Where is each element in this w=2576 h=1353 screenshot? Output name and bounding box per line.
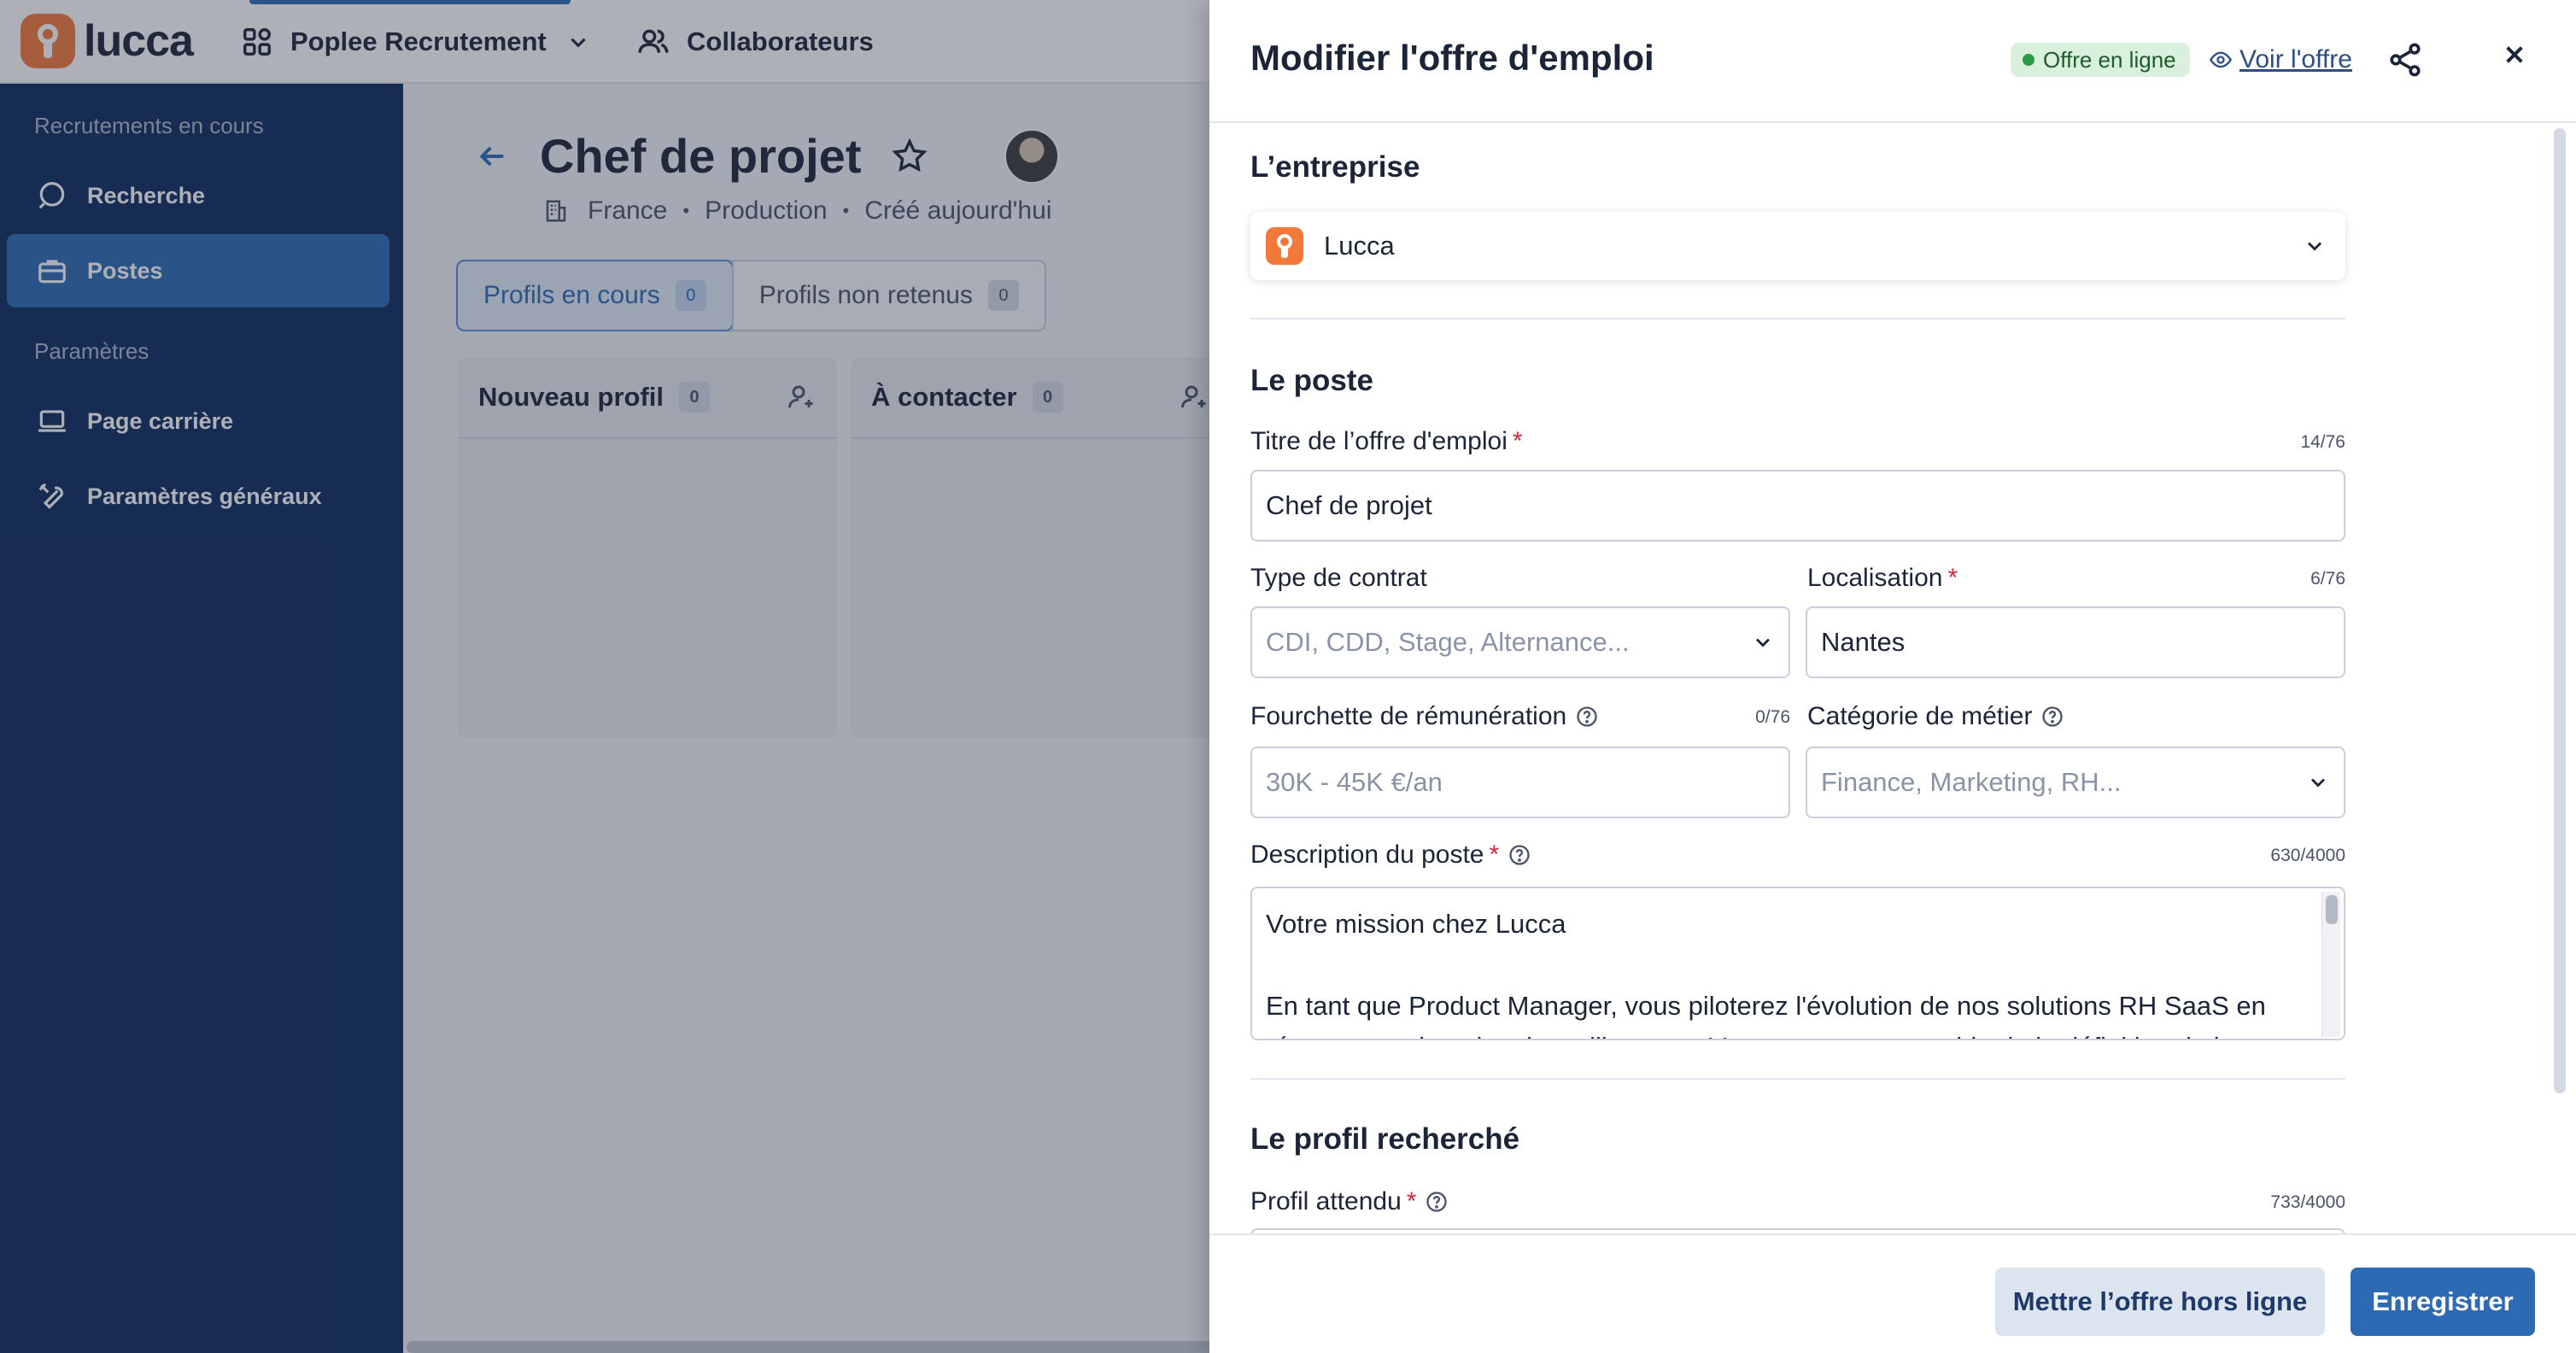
title-field-label: Titre de l’offre d'emploi *: [1250, 427, 1523, 455]
salary-field-label: Fourchette de rémunération: [1250, 702, 1599, 731]
chevron-down-icon: [2311, 778, 2325, 788]
job-category-select[interactable]: Finance, Marketing, RH...: [1806, 747, 2345, 818]
divider: [1250, 1078, 2345, 1080]
title-char-counter: 14/76: [2300, 432, 2345, 452]
chevron-down-icon: [2308, 242, 2321, 251]
contract-field-label: Type de contrat: [1250, 564, 1427, 592]
description-line: réponse aux besoins des utilisateurs. Vo…: [1266, 1027, 2330, 1039]
panel-footer: Mettre l’offre hors ligne Enregistrer: [1209, 1233, 2576, 1353]
description-line: En tant que Product Manager, vous pilote…: [1266, 991, 2266, 1021]
status-badge: Offre en ligne: [2011, 43, 2190, 77]
status-dot-icon: [2023, 54, 2034, 66]
company-select-value: Lucca: [1324, 231, 1395, 261]
divider: [1250, 318, 2345, 319]
location-char-counter: 6/76: [2310, 569, 2345, 589]
panel-header: Modifier l'offre d'emploi Offre en ligne…: [1209, 0, 2576, 123]
title-input[interactable]: Chef de projet: [1250, 470, 2345, 542]
close-icon[interactable]: [2497, 38, 2532, 72]
view-offer-link[interactable]: Voir l'offre: [2209, 43, 2352, 77]
description-textarea[interactable]: Votre mission chez Lucca En tant que Pro…: [1250, 887, 2345, 1040]
vertical-scrollbar[interactable]: [2554, 128, 2566, 1093]
panel-form: L’entreprise Lucca Le poste Titre de l’o…: [1209, 125, 2576, 1233]
chevron-down-icon: [1756, 638, 1770, 647]
description-field-label: Description du poste *: [1250, 840, 1531, 870]
section-title-position: Le poste: [1250, 364, 1373, 397]
salary-char-counter: 0/76: [1755, 707, 1790, 727]
company-logo-icon: [1266, 227, 1303, 265]
take-offline-button[interactable]: Mettre l’offre hors ligne: [1995, 1268, 2325, 1336]
description-line: Votre mission chez Lucca: [1266, 909, 1566, 939]
expected-profile-field-label: Profil attendu *: [1250, 1187, 1449, 1216]
section-title-company: L’entreprise: [1250, 150, 1420, 184]
share-icon[interactable]: [2386, 41, 2424, 79]
company-select[interactable]: Lucca: [1250, 212, 2345, 280]
help-icon[interactable]: [1575, 705, 1599, 729]
eye-icon: [2209, 51, 2233, 68]
description-char-counter: 630/4000: [2270, 846, 2345, 865]
expected-profile-char-counter: 733/4000: [2270, 1192, 2345, 1212]
help-icon[interactable]: [2040, 705, 2064, 729]
help-icon[interactable]: [1425, 1190, 1449, 1214]
save-button[interactable]: Enregistrer: [2351, 1268, 2535, 1336]
textarea-scrollbar[interactable]: [2321, 892, 2340, 1037]
category-field-label: Catégorie de métier: [1807, 702, 2064, 731]
salary-input[interactable]: 30K - 45K €/an: [1250, 747, 1790, 818]
contract-type-select[interactable]: CDI, CDD, Stage, Alternance...: [1250, 606, 1790, 678]
panel-title: Modifier l'offre d'emploi: [1250, 38, 1654, 78]
location-field-label: Localisation *: [1807, 564, 1958, 592]
section-title-profile: Le profil recherché: [1250, 1122, 1520, 1156]
help-icon[interactable]: [1508, 843, 1531, 867]
location-input[interactable]: Nantes: [1806, 606, 2345, 678]
edit-job-offer-panel: Modifier l'offre d'emploi Offre en ligne…: [1209, 0, 2576, 1353]
